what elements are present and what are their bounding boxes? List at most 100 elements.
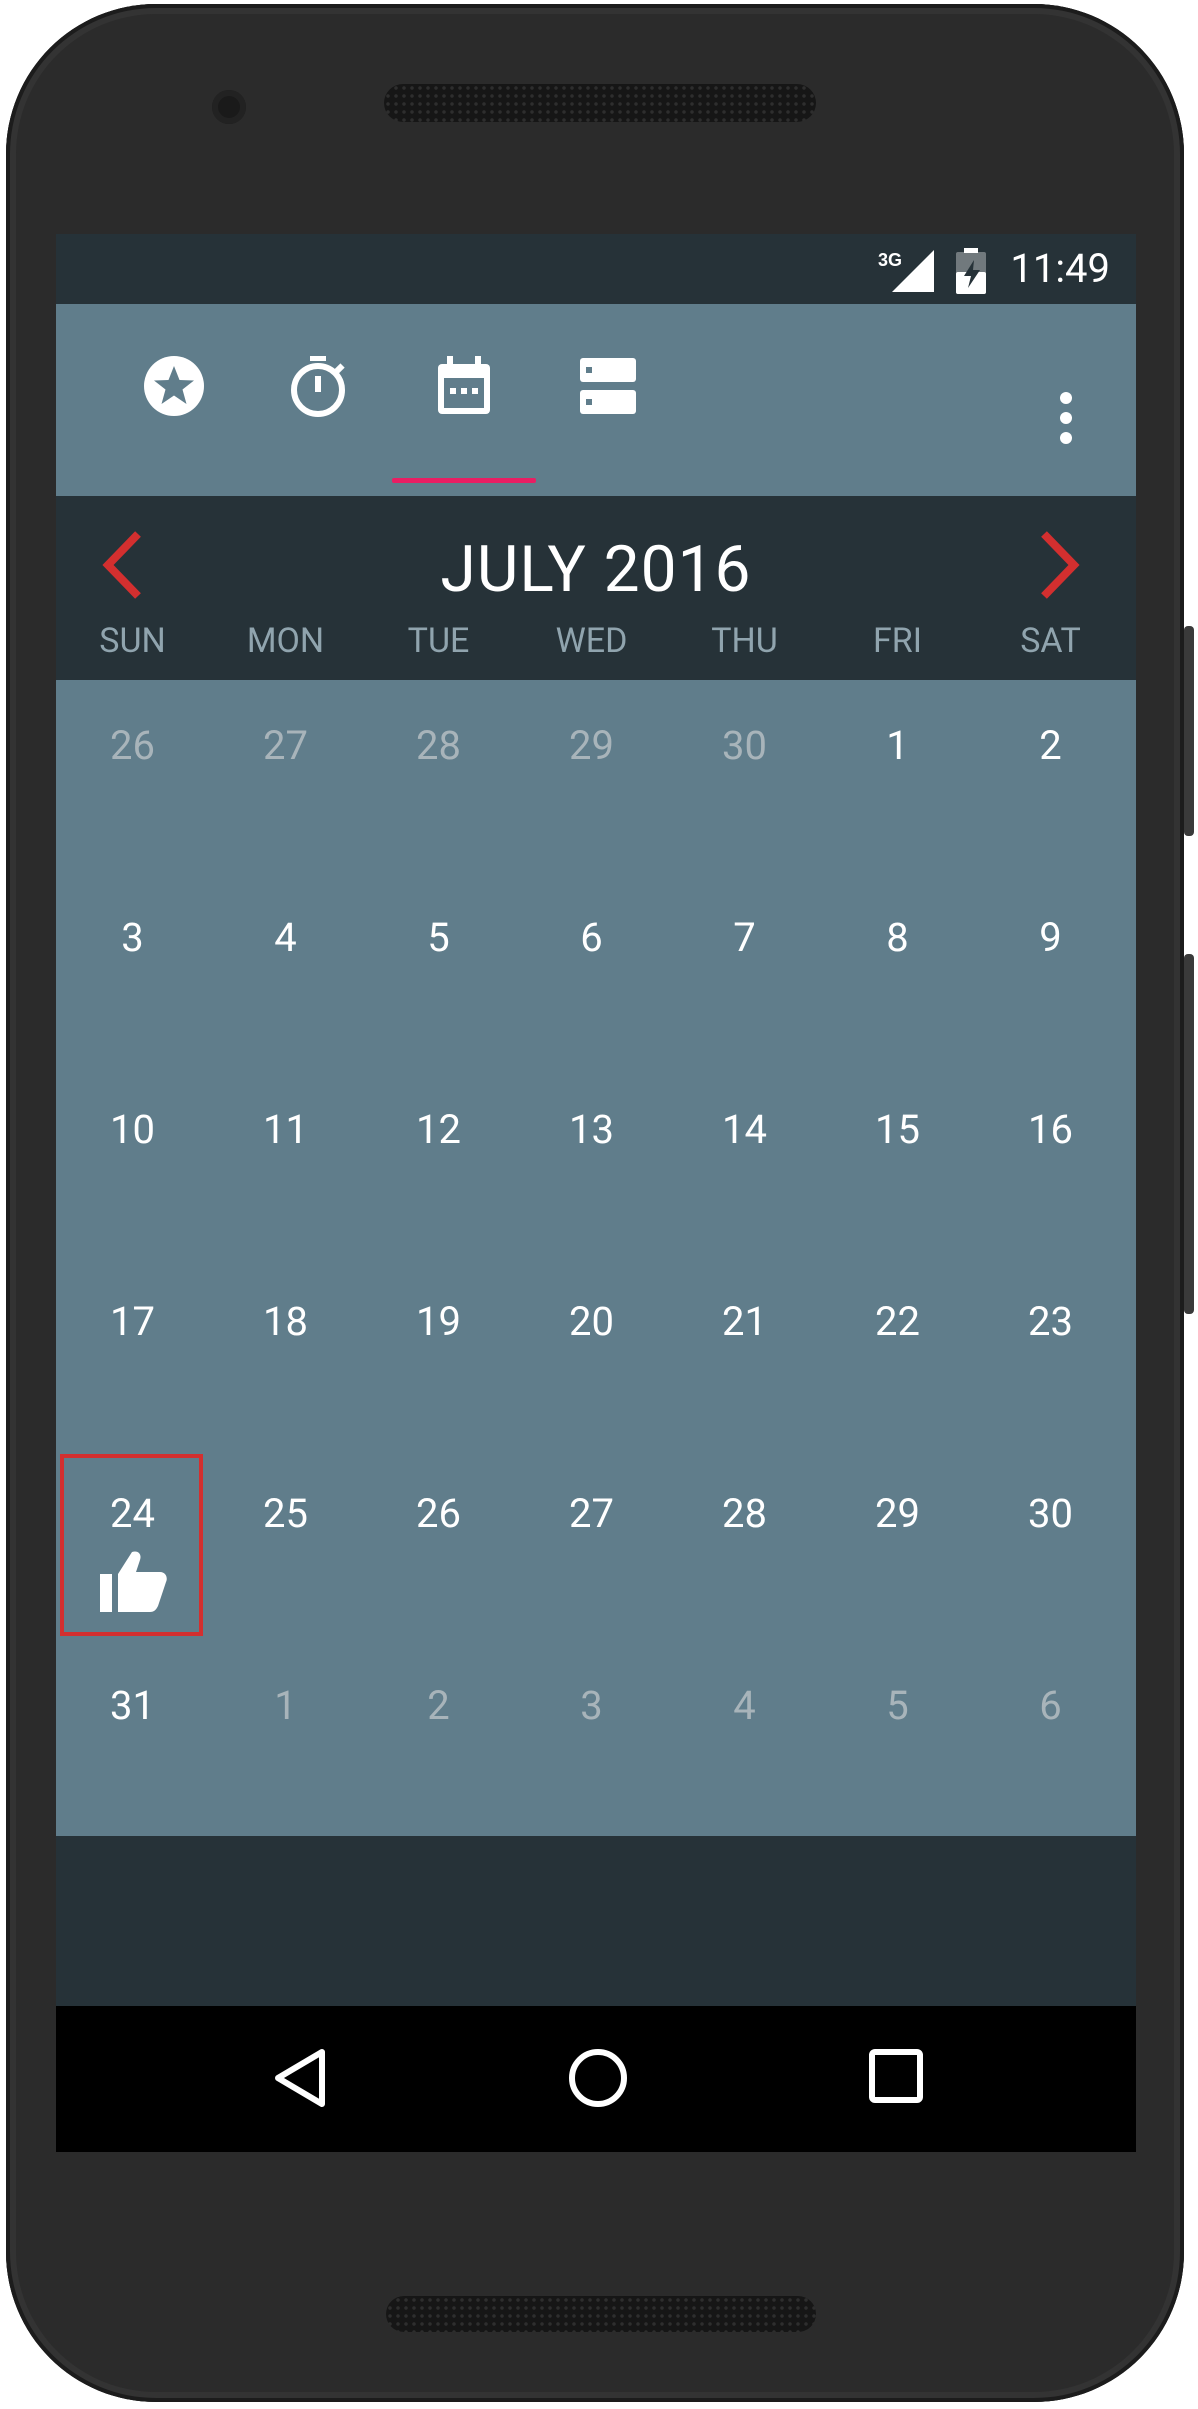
day-cell[interactable]: 5 <box>362 872 515 1064</box>
status-bar: 3G 11:49 <box>56 234 1136 304</box>
day-cell[interactable]: 4 <box>668 1640 821 1832</box>
day-number: 4 <box>733 1682 756 1729</box>
day-number: 15 <box>875 1106 920 1153</box>
day-cell[interactable]: 17 <box>56 1256 209 1448</box>
recents-icon <box>869 2049 923 2103</box>
day-number: 27 <box>263 722 308 769</box>
week-row: 26 27 28 29 30 1 2 <box>56 680 1136 872</box>
day-cell[interactable]: 20 <box>515 1256 668 1448</box>
day-cell[interactable]: 12 <box>362 1064 515 1256</box>
day-number: 25 <box>263 1490 308 1537</box>
day-cell[interactable]: 23 <box>974 1256 1127 1448</box>
chevron-right-icon <box>1041 531 1080 599</box>
day-number: 21 <box>722 1298 767 1345</box>
day-cell[interactable]: 15 <box>821 1064 974 1256</box>
day-cell[interactable]: 29 <box>821 1448 974 1640</box>
day-number: 13 <box>569 1106 614 1153</box>
stopwatch-icon <box>291 356 345 417</box>
weekday-label: MON <box>246 621 325 661</box>
day-cell[interactable]: 22 <box>821 1256 974 1448</box>
day-cell[interactable]: 6 <box>515 872 668 1064</box>
weekday-label: FRI <box>873 621 922 661</box>
day-marker <box>98 1548 168 1631</box>
day-cell[interactable]: 2 <box>974 680 1127 872</box>
day-cell[interactable]: 21 <box>668 1256 821 1448</box>
day-number: 18 <box>263 1298 308 1345</box>
day-cell[interactable]: 5 <box>821 1640 974 1832</box>
status-time: 11:49 <box>1010 245 1110 292</box>
day-number: 7 <box>733 914 756 961</box>
day-cell[interactable]: 4 <box>209 872 362 1064</box>
next-month-button[interactable] <box>1038 530 1082 604</box>
day-number: 17 <box>110 1298 155 1345</box>
day-cell[interactable]: 13 <box>515 1064 668 1256</box>
screen: 3G 11:49 JULY 2016 SUN MON TUE WED THU F… <box>56 234 1136 2152</box>
day-cell[interactable]: 1 <box>821 680 974 872</box>
day-cell[interactable]: 3 <box>56 872 209 1064</box>
day-cell[interactable]: 26 <box>56 680 209 872</box>
back-button[interactable] <box>272 2046 328 2114</box>
thumbs-up-icon <box>100 1551 167 1612</box>
day-cell[interactable]: 3 <box>515 1640 668 1832</box>
day-number: 1 <box>886 722 909 769</box>
day-cell[interactable]: 19 <box>362 1256 515 1448</box>
day-cell[interactable]: 16 <box>974 1064 1127 1256</box>
home-button[interactable] <box>566 2046 630 2114</box>
day-number: 14 <box>722 1106 767 1153</box>
weekday-label: WED <box>555 621 628 661</box>
day-cell[interactable]: 27 <box>515 1448 668 1640</box>
recents-button[interactable] <box>866 2046 926 2110</box>
day-cell[interactable]: 9 <box>974 872 1127 1064</box>
day-cell[interactable]: 25 <box>209 1448 362 1640</box>
tab-timer[interactable] <box>248 354 388 464</box>
day-cell[interactable]: 30 <box>974 1448 1127 1640</box>
week-row: 31 1 2 3 4 5 6 <box>56 1640 1136 1832</box>
weekday-label: TUE <box>407 621 470 661</box>
day-number: 29 <box>569 722 614 769</box>
day-cell[interactable]: 30 <box>668 680 821 872</box>
power-button <box>1184 626 1194 836</box>
day-number: 30 <box>722 722 767 769</box>
day-number: 28 <box>416 722 461 769</box>
day-cell[interactable]: 2 <box>362 1640 515 1832</box>
day-number: 12 <box>416 1106 461 1153</box>
weekday-label: SAT <box>1020 621 1081 661</box>
day-cell[interactable]: 11 <box>209 1064 362 1256</box>
system-nav-bar <box>56 2006 1136 2152</box>
more-vert-icon <box>1060 392 1072 444</box>
tab-calendar[interactable] <box>394 354 534 464</box>
day-number: 8 <box>886 914 909 961</box>
day-cell[interactable]: 28 <box>362 680 515 872</box>
day-cell[interactable]: 29 <box>515 680 668 872</box>
day-cell[interactable]: 6 <box>974 1640 1127 1832</box>
day-number: 28 <box>722 1490 767 1537</box>
day-number: 26 <box>416 1490 461 1537</box>
day-cell[interactable]: 14 <box>668 1064 821 1256</box>
day-cell-selected[interactable]: 24 <box>56 1448 209 1640</box>
day-cell[interactable]: 7 <box>668 872 821 1064</box>
day-cell[interactable]: 18 <box>209 1256 362 1448</box>
day-number: 23 <box>1028 1298 1073 1345</box>
calendar-icon <box>438 356 490 414</box>
tab-favorites[interactable] <box>104 354 244 464</box>
day-cell[interactable]: 10 <box>56 1064 209 1256</box>
day-cell[interactable]: 26 <box>362 1448 515 1640</box>
overflow-menu-button[interactable] <box>1056 390 1076 450</box>
day-cell[interactable]: 27 <box>209 680 362 872</box>
day-cell[interactable]: 8 <box>821 872 974 1064</box>
tab-storage[interactable] <box>538 354 678 464</box>
day-cell[interactable]: 28 <box>668 1448 821 1640</box>
day-number: 26 <box>110 722 155 769</box>
day-number: 20 <box>569 1298 614 1345</box>
day-number: 4 <box>274 914 297 961</box>
weekday-label: THU <box>711 621 778 661</box>
day-number: 2 <box>427 1682 450 1729</box>
home-icon <box>569 2049 627 2107</box>
day-cell[interactable]: 1 <box>209 1640 362 1832</box>
day-number: 6 <box>580 914 603 961</box>
week-row: 10 11 12 13 14 15 16 <box>56 1064 1136 1256</box>
day-number: 30 <box>1028 1490 1073 1537</box>
day-cell[interactable]: 31 <box>56 1640 209 1832</box>
day-number: 19 <box>416 1298 461 1345</box>
day-number: 3 <box>121 914 144 961</box>
